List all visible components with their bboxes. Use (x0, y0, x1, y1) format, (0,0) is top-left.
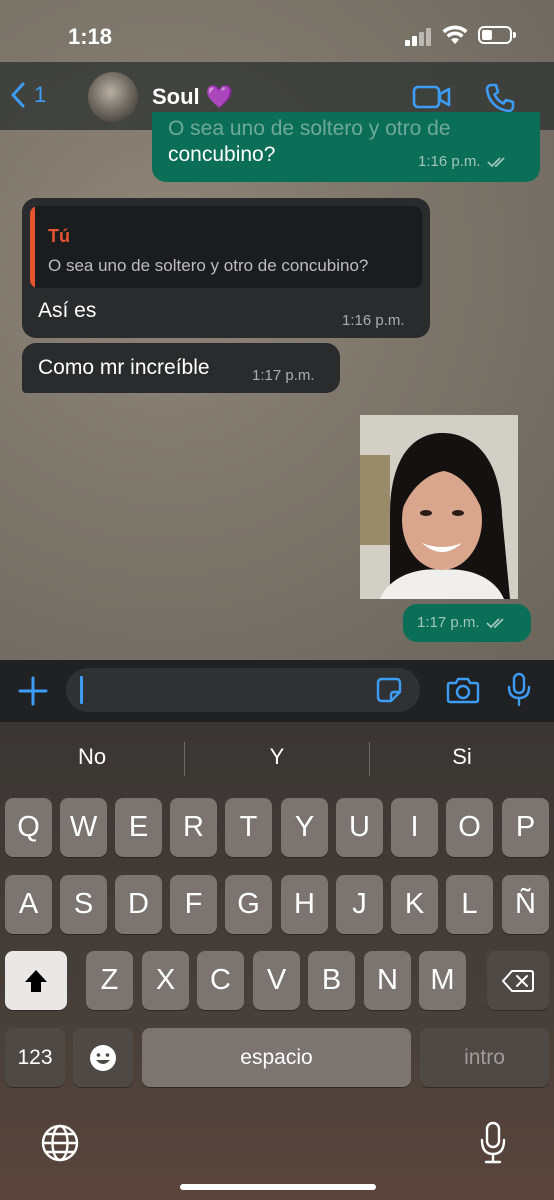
key-w[interactable]: W (60, 798, 107, 857)
message-text-line: concubino? (168, 143, 276, 166)
key-a[interactable]: A (5, 875, 52, 934)
key-e[interactable]: E (115, 798, 162, 857)
quote-text: O sea uno de soltero y otro de concubino… (48, 256, 369, 275)
key-x[interactable]: X (142, 951, 189, 1010)
back-button[interactable]: 1 (10, 82, 46, 108)
message-time: 1:16 p.m. (418, 153, 481, 170)
contact-name[interactable]: Soul 💜 (152, 84, 233, 110)
key-c[interactable]: C (197, 951, 244, 1010)
plus-icon[interactable] (18, 676, 48, 706)
message-input[interactable] (66, 668, 420, 712)
key-m[interactable]: M (419, 951, 466, 1010)
back-chevron-icon (11, 82, 25, 108)
shift-icon (25, 969, 47, 992)
message-bubble-outgoing-meta[interactable]: 1:17 p.m. (403, 604, 531, 642)
message-image[interactable] (360, 415, 518, 599)
dictation-icon[interactable] (480, 1121, 506, 1165)
key-o[interactable]: O (446, 798, 493, 857)
predictive-bar: No Y Si (0, 722, 554, 794)
message-text: Así es (38, 299, 97, 322)
microphone-icon[interactable] (507, 672, 531, 708)
key-s[interactable]: S (60, 875, 107, 934)
key-n[interactable]: N (364, 951, 411, 1010)
key-k[interactable]: K (391, 875, 438, 934)
message-bubble-incoming[interactable]: Como mr increíble 1:17 p.m. (22, 343, 340, 393)
quote-author: Tú (48, 226, 70, 246)
photo-content (360, 415, 518, 599)
home-indicator (180, 1184, 376, 1190)
key-i[interactable]: I (391, 798, 438, 857)
message-time: 1:17 p.m. (417, 614, 480, 631)
key-t[interactable]: T (225, 798, 272, 857)
message-input-bar (0, 660, 554, 722)
key-r[interactable]: R (170, 798, 217, 857)
key-y[interactable]: Y (281, 798, 328, 857)
numbers-key[interactable]: 123 (5, 1028, 65, 1087)
status-bar: 1:18 (0, 0, 554, 70)
text-caret (80, 676, 83, 704)
key-p[interactable]: P (502, 798, 549, 857)
message-time: 1:16 p.m. (342, 312, 405, 329)
backspace-key[interactable] (487, 951, 549, 1010)
message-bubble-outgoing[interactable]: O sea uno de soltero y otro de concubino… (152, 112, 540, 182)
contact-avatar[interactable] (88, 72, 138, 122)
quoted-message[interactable]: Tú O sea uno de soltero y otro de concub… (30, 206, 422, 288)
camera-icon[interactable] (446, 676, 480, 704)
key-u[interactable]: U (336, 798, 383, 857)
message-text: Como mr increíble (38, 356, 210, 379)
read-receipt-icon (485, 617, 504, 628)
message-time: 1:17 p.m. (252, 367, 315, 384)
video-call-icon[interactable] (412, 84, 452, 110)
globe-icon[interactable] (40, 1123, 80, 1163)
suggestion[interactable]: No (0, 744, 184, 770)
key-j[interactable]: J (336, 875, 383, 934)
read-receipt-icon (486, 156, 505, 167)
key-enye[interactable]: Ñ (502, 875, 549, 934)
key-h[interactable]: H (281, 875, 328, 934)
key-v[interactable]: V (253, 951, 300, 1010)
key-l[interactable]: L (446, 875, 493, 934)
unread-count: 1 (34, 82, 47, 107)
suggestion[interactable]: Si (370, 744, 554, 770)
space-key[interactable]: espacio (142, 1028, 411, 1087)
wifi-icon (442, 25, 468, 44)
message-meta: 1:16 p.m. (418, 153, 509, 170)
key-b[interactable]: B (308, 951, 355, 1010)
backspace-icon (502, 969, 534, 992)
message-text-line: O sea uno de soltero y otro de (168, 117, 451, 140)
emoji-key[interactable] (73, 1028, 133, 1087)
message-bubble-incoming[interactable]: Tú O sea uno de soltero y otro de concub… (22, 198, 430, 338)
message-meta: 1:17 p.m. (417, 614, 508, 631)
shift-key[interactable] (5, 951, 67, 1010)
key-d[interactable]: D (115, 875, 162, 934)
suggestion[interactable]: Y (185, 744, 369, 770)
key-z[interactable]: Z (86, 951, 133, 1010)
battery-icon (478, 26, 516, 44)
quote-bar (30, 206, 35, 288)
phone-icon[interactable] (484, 82, 516, 114)
cellular-signal-icon (405, 28, 433, 46)
key-f[interactable]: F (170, 875, 217, 934)
key-q[interactable]: Q (5, 798, 52, 857)
emoji-icon (90, 1044, 116, 1071)
return-key[interactable]: intro (420, 1028, 549, 1087)
sticker-icon[interactable] (376, 677, 402, 703)
status-time: 1:18 (68, 24, 113, 49)
key-g[interactable]: G (225, 875, 272, 934)
